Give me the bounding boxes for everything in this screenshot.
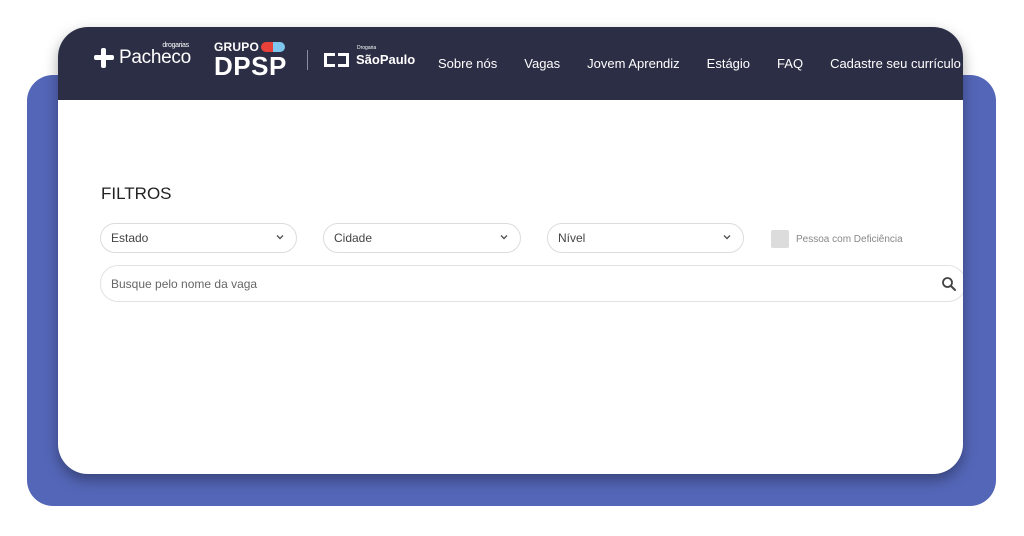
pacheco-logo[interactable]: drogarias Pacheco: [92, 42, 191, 73]
nav-cadastre-curriculo[interactable]: Cadastre seu currículo: [830, 56, 961, 71]
chevron-down-icon: [500, 235, 508, 240]
sao-paulo-mark-icon: [324, 52, 349, 67]
chevron-down-icon: [276, 235, 284, 240]
nivel-select[interactable]: Nível: [547, 223, 744, 253]
nav-sobre-nos[interactable]: Sobre nós: [438, 56, 497, 71]
chevron-down-icon: [723, 235, 731, 240]
nav-faq[interactable]: FAQ: [777, 56, 803, 71]
search-icon[interactable]: [941, 276, 957, 292]
pcd-label: Pessoa com Deficiência: [796, 233, 903, 245]
main-nav: Sobre nós Vagas Jovem Aprendiz Estágio F…: [438, 27, 961, 100]
top-header: drogarias Pacheco GRUPO DPSP Drogaria Sã…: [58, 27, 963, 100]
filters-title: FILTROS: [101, 184, 172, 203]
cidade-select[interactable]: Cidade: [323, 223, 521, 253]
pcd-filter: Pessoa com Deficiência: [771, 230, 903, 248]
page-window: drogarias Pacheco GRUPO DPSP Drogaria Sã…: [58, 27, 963, 474]
search-input[interactable]: [111, 276, 911, 291]
pacheco-cross-icon: [92, 46, 116, 70]
nav-vagas[interactable]: Vagas: [524, 56, 560, 71]
search-bar: [100, 265, 963, 302]
logo-divider: [307, 50, 308, 70]
grupo-dpsp-logo[interactable]: GRUPO DPSP: [214, 40, 287, 79]
estado-select[interactable]: Estado: [100, 223, 297, 253]
drogaria-sao-paulo-logo[interactable]: Drogaria SãoPaulo: [324, 45, 415, 67]
nav-jovem-aprendiz[interactable]: Jovem Aprendiz: [587, 56, 680, 71]
pcd-checkbox[interactable]: [771, 230, 789, 248]
nav-estagio[interactable]: Estágio: [707, 56, 750, 71]
